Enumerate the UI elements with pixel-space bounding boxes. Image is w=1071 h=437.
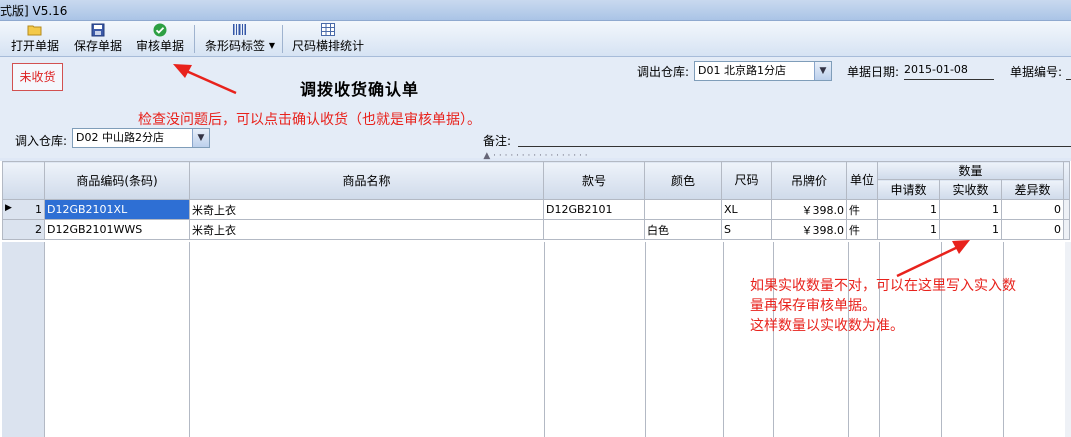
grid-annotation-line2: 量再保存审核单据。 — [750, 298, 876, 314]
table-row[interactable]: 2 D12GB2101WWS 米奇上衣 白色 S ￥398.0 件 1 1 0 — [2, 219, 1070, 240]
column-header-code[interactable]: 商品编码(条码) — [44, 161, 190, 200]
in-warehouse-select[interactable]: D02 中山路2分店 ▼ — [72, 128, 210, 148]
size-stats-button[interactable]: 尺码横排统计 — [290, 23, 366, 54]
audit-document-label: 审核单据 — [135, 39, 184, 53]
out-warehouse-select[interactable]: D01 北京路1分店 ▼ — [694, 61, 832, 81]
cell-unit[interactable]: 件 — [846, 199, 878, 220]
grid-annotation-line1: 如果实收数量不对，可以在这里写入实入数 — [750, 278, 1016, 294]
size-stats-label: 尺码横排统计 — [291, 39, 364, 53]
cell-qty-apply[interactable]: 1 — [877, 219, 940, 240]
cell-name[interactable]: 米奇上衣 — [189, 219, 544, 240]
grid-column-line — [645, 242, 646, 437]
cell-price[interactable]: ￥398.0 — [771, 199, 847, 220]
column-header-color[interactable]: 颜色 — [644, 161, 722, 200]
date-label: 单据日期: — [847, 65, 900, 79]
column-header-size[interactable]: 尺码 — [721, 161, 772, 200]
grid-column-line — [941, 242, 942, 437]
cell-extra — [1063, 219, 1070, 240]
dropdown-caret-icon: ▼ — [268, 41, 275, 50]
folder-open-icon — [10, 23, 60, 37]
cell-qty-apply[interactable]: 1 — [877, 199, 940, 220]
grid-column-line — [773, 242, 774, 437]
column-header-unit[interactable]: 单位 — [846, 161, 878, 200]
grid-column-line — [1003, 242, 1004, 437]
column-header-price[interactable]: 吊牌价 — [771, 161, 847, 200]
cell-qty-diff[interactable]: 0 — [1001, 199, 1064, 220]
cell-color[interactable] — [644, 199, 722, 220]
toolbar-separator — [194, 25, 195, 53]
grid-column-line — [723, 242, 724, 437]
chevron-down-icon[interactable]: ▼ — [192, 129, 209, 147]
in-warehouse-label: 调入仓库: — [15, 134, 68, 148]
out-warehouse-value: D01 北京路1分店 — [698, 64, 786, 77]
save-document-label: 保存单据 — [73, 39, 122, 53]
cell-code[interactable]: D12GB2101WWS — [44, 219, 190, 240]
date-value: 2015-01-08 — [904, 63, 968, 76]
grid-column-line — [189, 242, 190, 437]
open-document-label: 打开单据 — [10, 39, 59, 53]
row-header[interactable]: ▶ 1 — [2, 199, 45, 220]
remark-label: 备注: — [483, 134, 512, 148]
cell-name[interactable]: 米奇上衣 — [189, 199, 544, 220]
toolbar-separator — [282, 25, 283, 53]
column-header-qty-apply[interactable]: 申请数 — [877, 179, 940, 200]
table-row[interactable]: ▶ 1 D12GB2101XL 米奇上衣 D12GB2101 XL ￥398.0 … — [2, 199, 1070, 220]
row-header-corner — [2, 161, 45, 200]
grid-empty-area — [2, 242, 1071, 437]
grid-annotation: 如果实收数量不对，可以在这里写入实入数 量再保存审核单据。 这样数量以实收数为准… — [750, 276, 1016, 336]
cell-qty-diff[interactable]: 0 — [1001, 219, 1064, 240]
save-document-button[interactable]: 保存单据 — [72, 23, 124, 54]
cell-style[interactable] — [543, 219, 645, 240]
window-title: 式版] V5.16 — [0, 4, 68, 18]
audit-document-button[interactable]: 审核单据 — [134, 23, 186, 54]
barcode-icon — [202, 23, 278, 37]
out-warehouse-label: 调出仓库: — [637, 65, 690, 79]
remark-field[interactable] — [518, 128, 1071, 147]
column-header-style[interactable]: 款号 — [543, 161, 645, 200]
barcode-label-button[interactable]: 条形码标签 ▼ — [202, 23, 278, 54]
barcode-label-text: 条形码标签 ▼ — [205, 39, 275, 53]
chevron-down-icon[interactable]: ▼ — [814, 62, 831, 80]
grid-column-line — [848, 242, 849, 437]
grid-extra-column — [1065, 242, 1071, 437]
column-header-qty-diff[interactable]: 差异数 — [1001, 179, 1064, 200]
cell-qty-actual[interactable]: 1 — [939, 199, 1002, 220]
column-header-qty-group: 数量 — [877, 161, 1064, 180]
grid-column-line — [544, 242, 545, 437]
in-warehouse-value: D02 中山路2分店 — [76, 131, 164, 144]
cell-code[interactable]: D12GB2101XL — [44, 199, 190, 220]
column-header-name[interactable]: 商品名称 — [189, 161, 544, 200]
docno-field[interactable] — [1066, 61, 1071, 80]
docno-label: 单据编号: — [1010, 65, 1063, 79]
save-icon — [72, 23, 124, 37]
open-document-button[interactable]: 打开单据 — [10, 23, 60, 54]
cell-price[interactable]: ￥398.0 — [771, 219, 847, 240]
checkmark-icon — [134, 23, 186, 37]
items-table: 商品编码(条码) 商品名称 款号 颜色 尺码 吊牌价 单位 数量 申请数 实收数… — [2, 161, 1070, 240]
table-grid-icon — [290, 23, 366, 37]
cell-extra — [1063, 199, 1070, 220]
window-titlebar: 式版] V5.16 — [0, 0, 1071, 21]
cell-qty-actual[interactable]: 1 — [939, 219, 1002, 240]
cell-size[interactable]: S — [721, 219, 772, 240]
panel-splitter[interactable]: ▲ · · · · · · · · · · · · · · · · · — [0, 152, 1071, 161]
date-field[interactable]: 2015-01-08 — [904, 61, 994, 80]
row-header-column — [2, 242, 45, 437]
column-header-extra — [1063, 161, 1070, 200]
toolbar: 打开单据 保存单据 审核单据 条形码标签 ▼ 尺码横排统计 — [0, 21, 1071, 57]
cell-size[interactable]: XL — [721, 199, 772, 220]
grid-annotation-line3: 这样数量以实收数为准。 — [750, 318, 904, 334]
row-header[interactable]: 2 — [2, 219, 45, 240]
row-pointer-icon: ▶ — [5, 203, 12, 213]
status-badge: 未收货 — [12, 63, 63, 91]
grid-column-line — [879, 242, 880, 437]
cell-style[interactable]: D12GB2101 — [543, 199, 645, 220]
top-annotation: 检查没问题后，可以点击确认收货（也就是审核单据）。 — [138, 112, 481, 128]
column-header-qty-actual[interactable]: 实收数 — [939, 179, 1002, 200]
page-title: 调拨收货确认单 — [300, 80, 420, 99]
cell-unit[interactable]: 件 — [846, 219, 878, 240]
cell-color[interactable]: 白色 — [644, 219, 722, 240]
